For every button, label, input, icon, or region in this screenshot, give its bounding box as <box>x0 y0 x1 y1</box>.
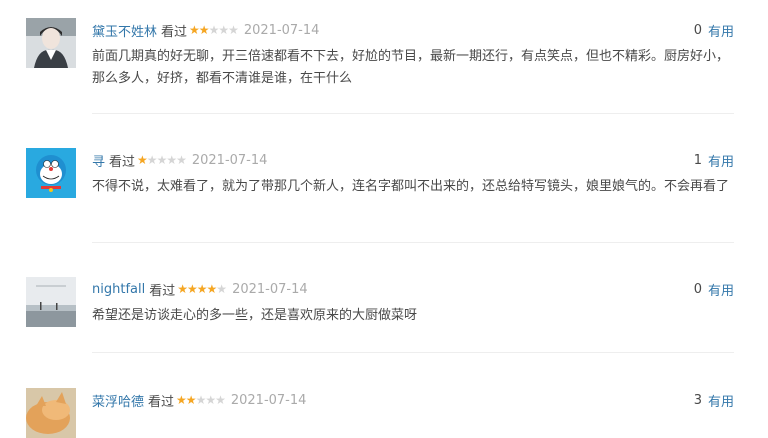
useful-button[interactable]: 有用 <box>708 391 734 410</box>
star-empty-icon: ★ <box>208 23 220 37</box>
comment-header: 寻 看过 ★ ★ ★ ★ ★ 2021-07-14 <box>92 150 267 170</box>
star-full-icon: ★ <box>206 282 218 296</box>
avatar[interactable] <box>26 277 76 327</box>
star-empty-icon: ★ <box>228 23 239 37</box>
star-full-icon: ★ <box>185 393 197 407</box>
comment-date: 2021-07-14 <box>243 22 320 38</box>
watch-status: 看过 <box>148 394 175 410</box>
username-link[interactable]: 黛玉不姓林 <box>92 21 157 40</box>
rating-stars: ★ ★ ★ ★ ★ <box>189 23 239 37</box>
comment-list: 黛玉不姓林 看过 ★ ★ ★ ★ ★ 2021-07-14 0 有用 前面几期真的好无聊… <box>0 0 768 438</box>
username-link[interactable]: 菜浮哈德 <box>92 391 144 410</box>
useful-vote[interactable]: 1 有用 <box>694 150 734 170</box>
star-empty-icon: ★ <box>205 393 216 407</box>
useful-vote[interactable]: 3 有用 <box>694 390 734 410</box>
star-empty-icon: ★ <box>216 282 227 296</box>
rating-stars: ★ ★ ★ ★ ★ <box>176 393 226 407</box>
star-full-icon: ★ <box>198 23 210 37</box>
vote-count: 3 <box>693 392 702 408</box>
useful-button[interactable]: 有用 <box>708 280 734 299</box>
comment-header: nightfall 看过 ★ ★ ★ ★ ★ 2021-07-14 <box>92 279 308 299</box>
username-link[interactable]: 寻 <box>92 151 105 170</box>
divider <box>92 352 734 353</box>
watch-status: 看过 <box>161 24 188 40</box>
useful-vote[interactable]: 0 有用 <box>694 279 734 299</box>
star-empty-icon: ★ <box>215 393 226 407</box>
star-empty-icon: ★ <box>166 153 177 167</box>
comment-date: 2021-07-14 <box>232 281 308 297</box>
star-full-icon: ★ <box>196 282 208 296</box>
useful-button[interactable]: 有用 <box>708 151 734 170</box>
comment-text: 前面几期真的好无聊，开三倍速都看不下去，好尬的节目，最新一期还行，有点笑点，但也… <box>92 49 730 86</box>
star-empty-icon: ★ <box>195 393 207 407</box>
star-full-icon: ★ <box>137 153 148 167</box>
comment-text: 希望还是访谈走心的多一些，还是喜欢原来的大厨做菜呀 <box>92 308 418 323</box>
vote-count: 0 <box>693 281 702 297</box>
comment-date: 2021-07-14 <box>191 152 268 168</box>
star-empty-icon: ★ <box>218 23 229 37</box>
star-full-icon: ★ <box>189 23 200 37</box>
divider <box>92 113 734 114</box>
vote-count: 1 <box>693 152 702 168</box>
star-empty-icon: ★ <box>176 153 187 167</box>
watch-status: 看过 <box>149 283 176 299</box>
comment-header: 黛玉不姓林 看过 ★ ★ ★ ★ ★ 2021-07-14 <box>92 20 319 40</box>
star-empty-icon: ★ <box>156 153 168 167</box>
username-link[interactable]: nightfall <box>92 282 145 297</box>
vote-count: 0 <box>693 22 702 38</box>
star-full-icon: ★ <box>176 393 187 407</box>
star-full-icon: ★ <box>177 282 188 296</box>
star-full-icon: ★ <box>187 282 198 296</box>
avatar[interactable] <box>26 388 76 438</box>
watch-status: 看过 <box>109 154 136 170</box>
rating-stars: ★ ★ ★ ★ ★ <box>177 282 227 296</box>
useful-button[interactable]: 有用 <box>708 21 734 40</box>
avatar[interactable] <box>26 18 76 68</box>
rating-stars: ★ ★ ★ ★ ★ <box>137 153 187 167</box>
star-empty-icon: ★ <box>146 153 158 167</box>
comment-date: 2021-07-14 <box>230 392 307 408</box>
divider <box>92 242 734 243</box>
useful-vote[interactable]: 0 有用 <box>694 20 734 40</box>
avatar[interactable] <box>26 148 76 198</box>
comment-header: 菜浮哈德 看过 ★ ★ ★ ★ ★ 2021-07-14 <box>92 390 306 410</box>
comment-text: 不得不说，太难看了，就为了带那几个新人，连名字都叫不出来的，还总给特写镜头，娘里… <box>92 179 730 194</box>
